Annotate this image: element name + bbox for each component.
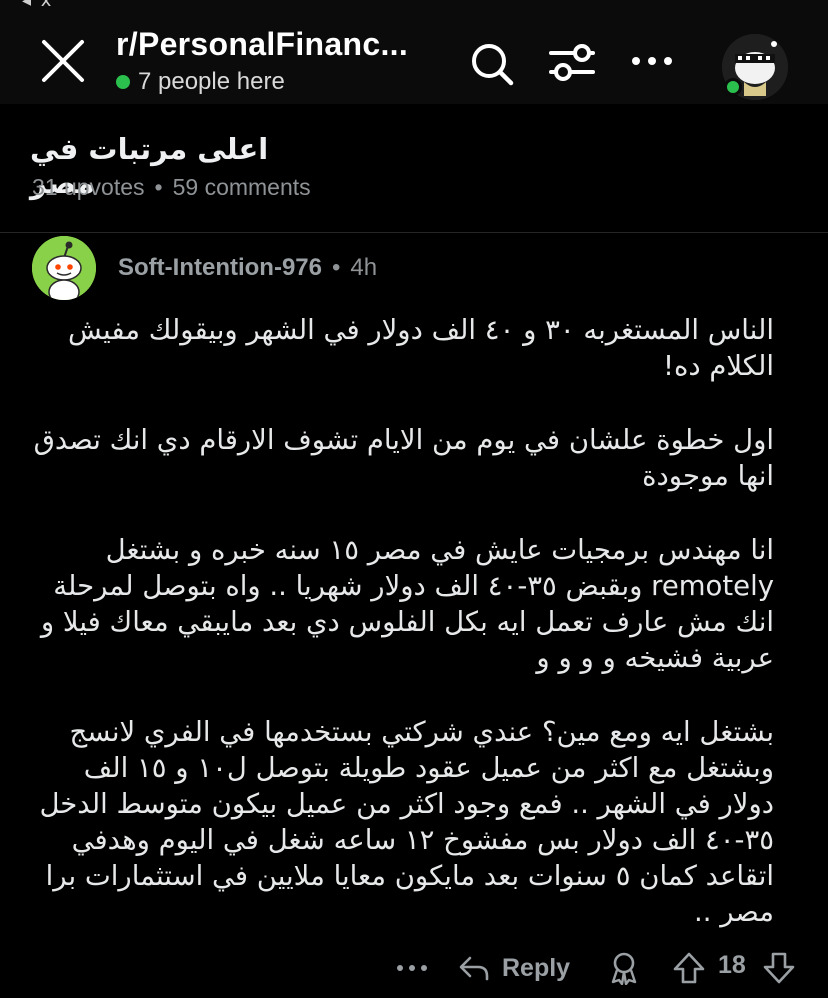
reply-arrow-icon (459, 956, 489, 981)
search-icon (472, 44, 514, 86)
upvote-arrow-icon (673, 952, 705, 984)
post-comments: 59 comments (172, 174, 311, 200)
comment-actions: Reply 18 (396, 946, 806, 990)
comment-paragraph: اول خطوة علشان في يوم من الايام تشوف الا… (33, 424, 774, 492)
post-meta: 31 upvotes • 59 comments (32, 174, 311, 201)
comment-header: Soft-Intention-976 • 4h (118, 254, 377, 282)
online-dot-icon (116, 75, 130, 89)
comment-paragraph: بشتغل ايه ومع مين؟ عندي شركتي بستخدمها ف… (39, 716, 774, 928)
filter-icon (549, 44, 595, 81)
online-indicator: 7 people here (116, 68, 285, 96)
comment-separator: • (332, 254, 341, 281)
comment-author-avatar[interactable] (32, 236, 96, 300)
subreddit-title[interactable]: r/PersonalFinanc... (116, 26, 446, 63)
close-button[interactable] (40, 38, 86, 84)
post-upvotes: 31 upvotes (32, 174, 145, 200)
vote-count: 18 (718, 951, 746, 979)
avatar-online-dot-icon (724, 78, 742, 96)
upvote-button[interactable] (672, 946, 706, 990)
comment-paragraph: انا مهندس برمجيات عايش في مصر ١٥ سنه خبر… (40, 534, 774, 674)
comment-body: الناس المستغربه ٣٠ و ٤٠ الف دولار في الش… (30, 312, 774, 930)
status-bar-fragment: ◂ x (22, 0, 54, 11)
divider (0, 232, 828, 233)
search-button[interactable] (468, 40, 516, 88)
snoo-avatar-icon (32, 236, 96, 300)
more-options-button[interactable] (630, 46, 674, 76)
comment-author[interactable]: Soft-Intention-976 (118, 254, 322, 282)
top-app-bar: ◂ x r/PersonalFinanc... 7 people here (0, 0, 828, 104)
reply-label: Reply (502, 953, 571, 982)
more-icon (397, 965, 427, 971)
comment-paragraph: الناس المستغربه ٣٠ و ٤٠ الف دولار في الش… (68, 314, 774, 382)
comment-time: 4h (350, 254, 378, 281)
online-count: 7 people here (138, 68, 285, 95)
comment-more-button[interactable] (396, 946, 428, 990)
downvote-button[interactable] (762, 946, 796, 990)
award-button[interactable] (608, 946, 640, 990)
meta-separator: • (154, 174, 163, 200)
close-icon (42, 40, 84, 82)
filter-button[interactable] (548, 40, 596, 84)
downvote-arrow-icon (763, 952, 795, 984)
reply-button[interactable]: Reply (458, 946, 570, 990)
more-icon (632, 57, 672, 65)
award-icon (611, 952, 637, 985)
